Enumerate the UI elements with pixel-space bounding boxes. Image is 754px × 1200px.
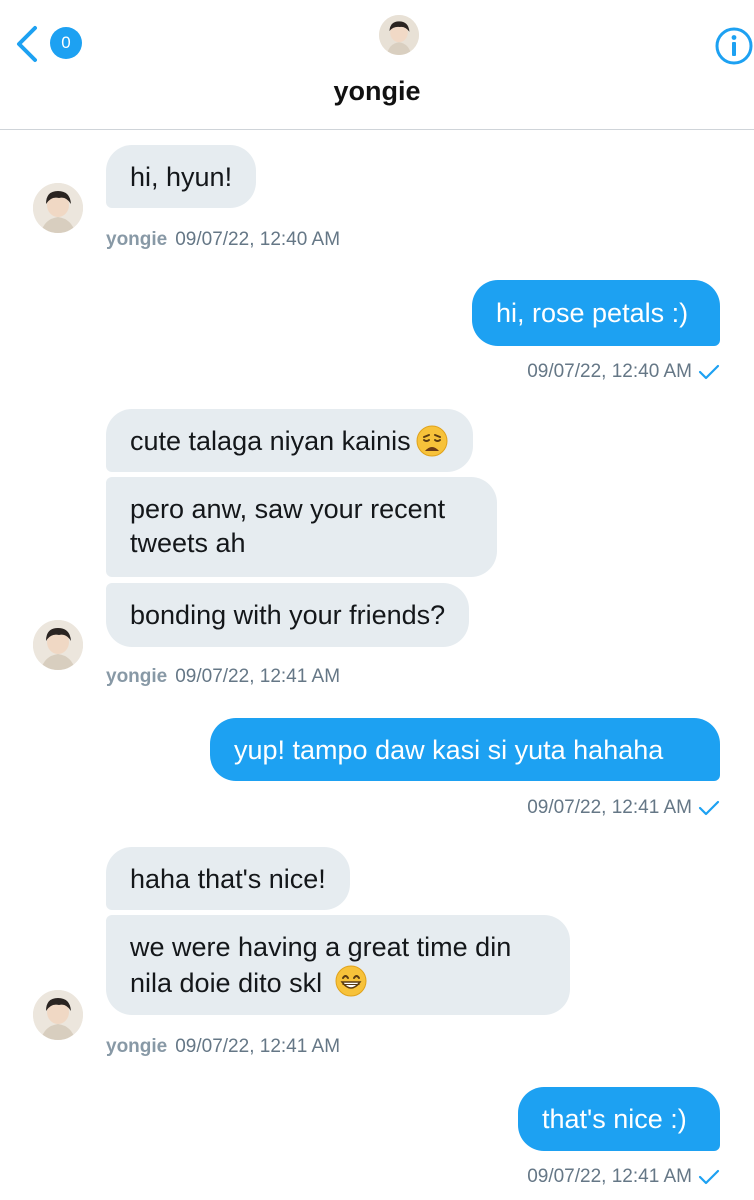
sender-name: yongie <box>106 229 168 250</box>
message-meta: yongie 09/07/22, 12:41 AM <box>106 1036 340 1058</box>
info-button[interactable] <box>714 26 754 66</box>
contact-avatar[interactable] <box>379 15 419 55</box>
contact-name[interactable]: yongie <box>0 76 754 107</box>
back-button[interactable] <box>6 20 46 68</box>
message-text: haha that's nice! <box>130 863 326 894</box>
weary-face-emoji <box>416 425 448 456</box>
conversation-header: 0 yongie <box>0 0 754 130</box>
sender-avatar[interactable] <box>33 990 83 1040</box>
sent-check-icon <box>698 1169 720 1185</box>
sender-avatar[interactable] <box>33 620 83 670</box>
received-message-bubble[interactable]: we were having a great time din nila doi… <box>106 915 570 1015</box>
received-message-bubble[interactable]: bonding with your friends? <box>106 583 470 647</box>
message-timestamp: 09/07/22, 12:40 AM <box>527 361 692 382</box>
sent-message-bubble[interactable]: that's nice :) <box>518 1087 720 1151</box>
message-meta: 09/07/22, 12:40 AM <box>527 361 720 383</box>
message-text: hi, hyun! <box>130 161 233 192</box>
grinning-face-emoji <box>335 965 367 997</box>
message-text: we were having a great time din nila doi… <box>130 932 512 998</box>
sent-message-bubble[interactable]: hi, rose petals :) <box>472 280 720 346</box>
message-text: yup! tampo daw kasi si yuta hahaha <box>234 734 664 765</box>
chevron-left-icon <box>17 26 37 62</box>
unread-count-badge[interactable]: 0 <box>50 27 82 59</box>
received-message-bubble[interactable]: haha that's nice! <box>106 847 350 910</box>
received-message-bubble[interactable]: cute talaga niyan kainis <box>106 409 473 472</box>
message-timestamp: 09/07/22, 12:41 AM <box>527 1166 692 1187</box>
message-text: hi, rose petals :) <box>496 298 689 328</box>
sender-avatar[interactable] <box>33 183 83 233</box>
message-timestamp: 09/07/22, 12:41 AM <box>175 1036 341 1057</box>
message-text: bonding with your friends? <box>130 600 446 630</box>
message-timestamp: 09/07/22, 12:40 AM <box>175 229 341 250</box>
sender-name: yongie <box>106 666 168 687</box>
message-meta: 09/07/22, 12:41 AM <box>527 1166 720 1188</box>
sender-name: yongie <box>106 1036 168 1057</box>
message-meta: 09/07/22, 12:41 AM <box>527 797 720 819</box>
message-timestamp: 09/07/22, 12:41 AM <box>175 666 341 687</box>
sent-message-bubble[interactable]: yup! tampo daw kasi si yuta hahaha <box>210 718 720 781</box>
received-message-bubble[interactable]: pero anw, saw your recent tweets ah <box>106 477 497 577</box>
message-meta: yongie 09/07/22, 12:41 AM <box>106 666 340 688</box>
sent-check-icon <box>698 364 720 380</box>
info-icon <box>715 27 753 65</box>
message-timestamp: 09/07/22, 12:41 AM <box>527 797 692 818</box>
message-meta: yongie 09/07/22, 12:40 AM <box>106 229 340 251</box>
received-message-bubble[interactable]: hi, hyun! <box>106 145 257 208</box>
message-text: pero anw, saw your recent tweets ah <box>130 494 446 558</box>
message-text: cute talaga niyan kainis <box>130 425 411 456</box>
sent-check-icon <box>698 800 720 816</box>
message-text: that's nice :) <box>542 1104 687 1134</box>
